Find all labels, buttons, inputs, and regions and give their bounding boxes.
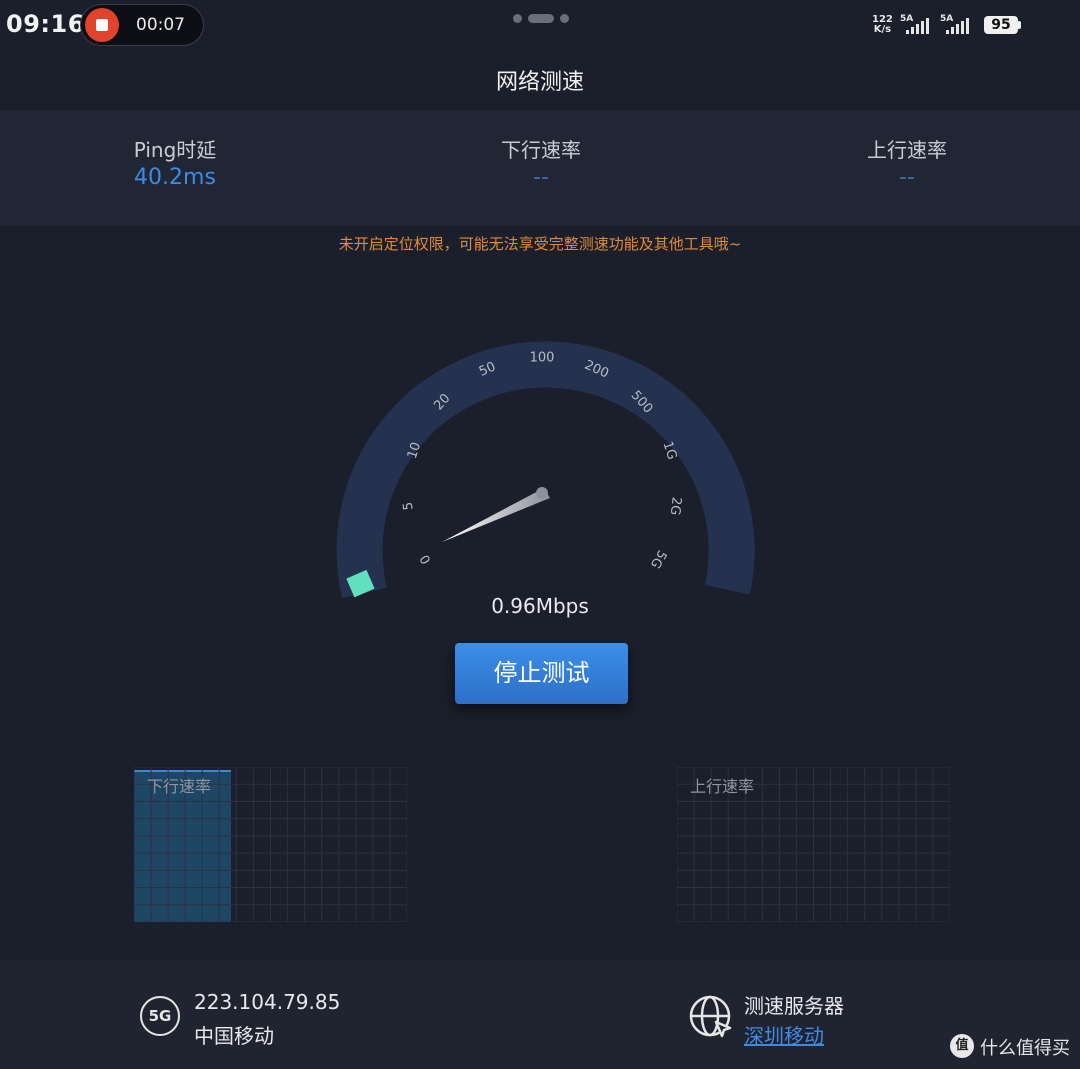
upload-label: 上行速率 — [867, 138, 947, 162]
gauge-tick-label: 0 — [417, 552, 434, 567]
clock: 09:16 — [6, 10, 85, 38]
ip-address: 223.104.79.85 — [194, 990, 341, 1014]
gauge-tick-label: 100 — [530, 351, 555, 366]
gauge-track — [336, 341, 755, 599]
gauge-progress — [346, 569, 375, 598]
download-stat: 下行速率 -- — [411, 134, 671, 190]
globe-icon[interactable] — [688, 994, 734, 1040]
page-indicator — [513, 14, 573, 24]
signal-icon: 5A — [900, 14, 930, 36]
carrier-name: 中国移动 — [194, 1024, 274, 1048]
upload-graph-label: 上行速率 — [690, 777, 755, 796]
download-graph: 下行速率 — [134, 767, 407, 922]
battery-tip — [1018, 21, 1021, 29]
stop-recording-icon[interactable] — [85, 8, 119, 42]
ping-label: Ping时延 — [133, 138, 217, 162]
upload-value: -- — [899, 165, 915, 190]
recording-timer: 00:07 — [136, 15, 185, 35]
stats-panel: Ping时延 40.2ms 下行速率 -- 上行速率 -- — [0, 110, 1080, 226]
screen-recording-pill[interactable]: 00:07 — [80, 4, 204, 46]
gauge-tick-label: 5 — [401, 501, 417, 511]
battery-icon: 95 — [984, 16, 1018, 34]
signal-icon: 5A — [940, 14, 970, 36]
ping-value: 40.2ms — [134, 165, 216, 190]
gauge-tick-label: 5G — [647, 547, 669, 570]
upload-graph: 上行速率 — [677, 767, 950, 922]
watermark-logo: 值 — [950, 1034, 974, 1058]
page-title: 网络测速 — [495, 70, 584, 95]
download-value: -- — [533, 165, 549, 190]
watermark-text: 什么值得买 — [980, 1038, 1070, 1059]
download-graph-label: 下行速率 — [147, 777, 212, 796]
gauge-tick-label: 2G — [667, 496, 684, 516]
gauge-needle — [442, 487, 550, 542]
download-label: 下行速率 — [501, 138, 581, 162]
speed-gauge: 05102050100 2005001G2G5G — [336, 341, 755, 599]
stop-test-button[interactable]: 停止测试 — [455, 643, 628, 704]
network-speed-indicator: 122 K/s — [872, 14, 893, 35]
server-label: 测速服务器 — [744, 994, 844, 1018]
status-bar: 09:16 00:07 122 K/s 5A 5A 95 — [0, 0, 1080, 52]
ping-stat: Ping时延 40.2ms — [45, 134, 305, 190]
current-speed: 0.96Mbps — [491, 594, 589, 618]
server-name-link[interactable]: 深圳移动 — [744, 1020, 824, 1049]
5g-icon: 5G — [140, 996, 180, 1036]
upload-stat: 上行速率 -- — [777, 134, 1037, 190]
location-permission-warning[interactable]: 未开启定位权限，可能无法享受完整测速功能及其他工具哦~ — [0, 233, 1080, 254]
